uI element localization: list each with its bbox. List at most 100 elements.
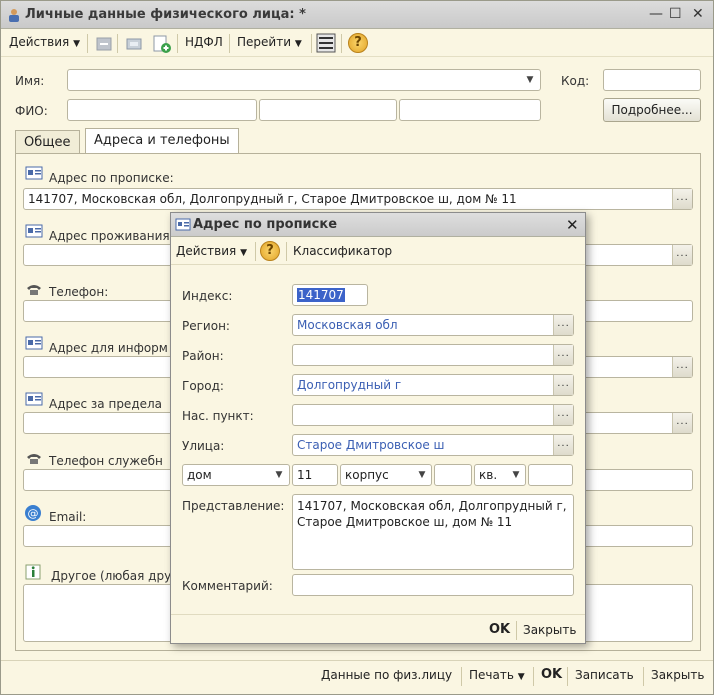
select-button[interactable]: ... [553,405,573,425]
address-card-icon [25,166,43,180]
house-number-input[interactable]: 11 [292,464,338,486]
phone-icon [27,454,41,464]
close-button[interactable]: ✕ [692,7,704,21]
email-icon: @ [25,505,41,521]
dialog-actions-menu[interactable]: Действия ▼ [176,244,247,258]
select-button[interactable]: ... [672,357,692,377]
toolbar-separator [516,621,517,640]
select-button[interactable]: ... [672,413,692,433]
reg-address-input[interactable]: 141707, Московская обл, Долгопрудный г, … [23,188,693,210]
chevron-down-icon[interactable]: ▼ [413,465,431,485]
title-bar[interactable]: Личные данные физического лица: * — ☐ ✕ [1,1,713,29]
address-card-icon [175,218,191,231]
save-button[interactable]: Записать [575,668,634,682]
region-input[interactable]: Московская обл [292,314,574,336]
toolbar-separator [255,242,256,261]
select-button[interactable]: ... [553,375,573,395]
address-dialog: Адрес по прописке ✕ Действия ▼ ? Классиф… [170,212,586,644]
add-document-icon[interactable] [152,34,172,54]
dialog-ok-button[interactable]: OK [489,622,510,637]
abroad-address-label: Адрес за предела [49,397,163,411]
actions-menu[interactable]: Действия ▼ [9,35,80,49]
other-label: Другое (любая дру [51,569,172,583]
dialog-title-bar[interactable]: Адрес по прописке ✕ [171,213,585,237]
toolbar-separator [286,242,287,261]
city-input[interactable]: Долгопрудный г [292,374,574,396]
select-button[interactable]: ... [672,245,692,265]
chevron-down-icon[interactable]: ▼ [270,465,288,485]
info-icon [25,564,41,580]
list-settings-icon[interactable] [316,33,336,53]
dialog-close-button[interactable]: ✕ [566,216,579,234]
ndfl-button[interactable]: НДФЛ [185,35,223,49]
details-button[interactable]: Подробнее... [603,98,701,122]
person-data-button[interactable]: Данные по физ.лицу [321,668,452,682]
tab-addresses-phones[interactable]: Адреса и телефоны [85,128,239,154]
city-label: Город: [182,379,224,393]
select-button[interactable]: ... [672,189,692,209]
email-label: Email: [49,510,87,524]
district-input[interactable] [292,344,574,366]
toolbar-separator [461,667,462,686]
close-form-button[interactable]: Закрыть [651,668,704,682]
delete-icon[interactable] [95,35,113,53]
goto-menu[interactable]: Перейти ▼ [237,35,302,49]
window-title: Личные данные физического лица: * [25,7,306,22]
representation-label: Представление: [182,499,285,513]
dialog-footer: OK Закрыть [171,614,585,644]
patronymic-input[interactable] [399,99,541,121]
person-icon [9,9,19,22]
settlement-input[interactable] [292,404,574,426]
dialog-close-text-button[interactable]: Закрыть [523,623,576,637]
toolbar-separator [567,667,568,686]
index-input[interactable]: 141707 [292,284,368,306]
dialog-title: Адрес по прописке [193,217,338,232]
region-label: Регион: [182,319,230,333]
address-card-icon [25,392,43,406]
minimize-button[interactable]: — [649,7,663,21]
toolbar-separator [341,34,342,53]
select-button[interactable]: ... [553,435,573,455]
code-label: Код: [561,74,590,88]
toolbar: Действия ▼ НДФЛ Перейти ▼ ? [1,30,713,57]
toolbar-separator [229,34,230,53]
classifier-button[interactable]: Классификатор [293,244,392,258]
code-input[interactable] [603,69,701,91]
flat-number-input[interactable] [528,464,573,486]
info-address-label: Адрес для информ [49,341,168,355]
address-card-icon [25,336,43,350]
representation-textarea[interactable]: 141707, Московская обл, Долгопрудный г, … [292,494,574,570]
select-button[interactable]: ... [553,315,573,335]
index-label: Индекс: [182,289,233,303]
comment-label: Комментарий: [182,579,273,593]
surname-input[interactable] [67,99,257,121]
chevron-down-icon: ▼ [294,39,302,49]
name-input[interactable] [67,69,541,91]
bottom-bar: Данные по физ.лицу Печать ▼ OK Записать … [1,660,713,694]
chevron-down-icon[interactable]: ▼ [521,70,539,90]
toolbar-separator [311,34,312,53]
comment-input[interactable] [292,574,574,596]
district-label: Район: [182,349,224,363]
toolbar-separator [643,667,644,686]
print-menu[interactable]: Печать ▼ [469,668,525,682]
street-input[interactable]: Старое Дмитровское ш [292,434,574,456]
maximize-button[interactable]: ☐ [669,7,682,21]
select-button[interactable]: ... [553,345,573,365]
chevron-down-icon[interactable]: ▼ [507,465,525,485]
help-icon[interactable]: ? [348,33,368,53]
chevron-down-icon: ▼ [517,672,525,682]
tab-general[interactable]: Общее [15,130,80,154]
phone-icon [27,285,41,295]
reg-address-label: Адрес по прописке: [49,171,174,185]
fio-label: ФИО: [15,104,48,118]
help-icon[interactable]: ? [260,241,280,261]
live-address-label: Адрес проживания [49,229,170,243]
copy-icon[interactable] [125,35,143,53]
chevron-down-icon: ▼ [240,248,247,258]
ok-button[interactable]: OK [541,667,562,682]
street-label: Улица: [182,439,225,453]
building-number-input[interactable] [434,464,472,486]
toolbar-separator [177,34,178,53]
first-name-input[interactable] [259,99,397,121]
